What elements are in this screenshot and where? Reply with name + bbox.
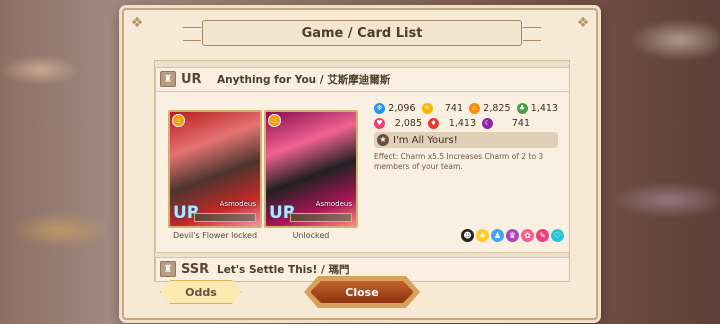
card-image-locked[interactable]: ♨ Asmodeus UR [168,110,262,228]
lipstick-icon: ✎ [536,229,549,242]
rank-badge-icon: ♜ [160,261,176,277]
person-icon: ♟ [491,229,504,242]
card-row-header: ♜ UR Anything for You / 艾斯摩迪爾斯 [156,68,569,90]
stat-value: 2,085 [394,118,422,129]
card-caption-locked: Devil's Flower locked [172,231,258,240]
rarity-label: UR [181,71,202,87]
star-icon: ★ [476,229,489,242]
heart-outline-icon: ♡ [551,229,564,242]
divider [156,91,569,92]
attribute-flame-icon: ♨ [172,114,185,127]
snowflake-icon: ❄ [374,103,385,114]
corner-ornament-icon: ❖ [130,15,144,31]
close-button[interactable]: Close [310,280,414,304]
close-button-label: Close [345,285,379,299]
personality-icons: ☻ ★ ♟ ♛ ✿ ✎ ♡ [461,229,564,242]
skill-name: I'm All Yours! [393,134,458,146]
character-name: Asmodeus [315,200,352,208]
moon-icon: ☾ [482,118,493,129]
level-bar [194,213,256,222]
stat-value: 1,413 [448,118,476,129]
dialog-title: Game / Card List [183,20,541,46]
card-stats: ❄ 2,096 ☀ 741 ♨ 2,825 ♣ 1,413 ♥ 2,085 ♦ … [374,101,564,131]
card-title: Anything for You / 艾斯摩迪爾斯 [217,73,391,86]
rarity-label: SSR [181,261,210,277]
stat-value: 741 [511,118,530,129]
stat-value: 2,825 [483,103,511,114]
stat-value: 741 [444,103,463,114]
card-row-ur: ♜ UR Anything for You / 艾斯摩迪爾斯 ♨ Asmodeu… [155,67,569,253]
skill-icon: ★ [377,134,389,146]
demon-icon: ☻ [461,229,474,242]
fire-icon: ♦ [428,118,439,129]
flame-icon: ♨ [469,103,480,114]
odds-button-label: Odds [185,285,217,299]
dialog-title-text: Game / Card List [301,25,423,41]
skill-effect: Effect: Charm x5.5 Increases Charm of 2 … [374,152,544,171]
character-name: Asmodeus [219,200,256,208]
odds-button[interactable]: Odds [160,280,242,304]
ribbon-icon: ✿ [521,229,534,242]
sun-icon: ☀ [421,103,433,114]
stat-value: 2,096 [388,103,416,114]
crown-icon: ♛ [506,229,519,242]
card-image-unlocked[interactable]: ♨ Asmodeus UR [264,110,358,228]
attribute-flame-icon: ♨ [268,114,281,127]
card-title: Let's Settle This! / 瑪門 [217,263,350,276]
corner-ornament-icon: ❖ [576,15,590,31]
heart-icon: ♥ [374,118,385,129]
stat-value: 1,413 [530,103,558,114]
card-caption-unlocked: Unlocked [292,231,330,240]
leaf-icon: ♣ [516,103,528,114]
level-bar [290,213,352,222]
card-list-dialog: ❖ ❖ Game / Card List ♜ UR Anything for Y… [122,8,598,320]
skill-box: ★ I'm All Yours! [374,132,558,148]
rank-badge-icon: ♜ [160,71,176,87]
card-list[interactable]: ♜ UR Anything for You / 艾斯摩迪爾斯 ♨ Asmodeu… [154,60,570,282]
